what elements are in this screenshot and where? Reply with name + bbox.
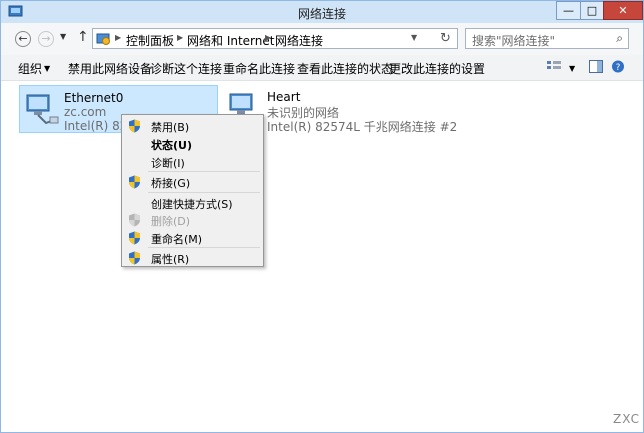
change-view-icon[interactable] xyxy=(547,60,561,73)
menu-item-diagnose[interactable]: 诊断(I) xyxy=(124,153,261,171)
forward-button[interactable]: → xyxy=(38,31,54,47)
control-panel-icon xyxy=(96,33,110,45)
address-row: ← → ▼ ↑ ▶ 控制面板 ▶ 网络和 Internet ▶ 网络连接 ▼ ↻… xyxy=(1,23,643,55)
watermark: ZXC xyxy=(613,412,640,426)
search-icon[interactable]: ⌕ xyxy=(616,31,623,46)
up-button[interactable]: ↑ xyxy=(77,29,89,45)
menu-item-disable[interactable]: 禁用(B) xyxy=(124,117,261,135)
uac-shield-icon xyxy=(129,231,140,245)
maximize-button[interactable]: □ xyxy=(580,1,604,20)
help-icon[interactable]: ? xyxy=(611,60,625,73)
connection-name: Heart xyxy=(267,90,301,104)
menu-separator xyxy=(148,247,260,248)
window-title: 网络连接 xyxy=(297,7,346,21)
breadcrumb-network-connections[interactable]: 网络连接 xyxy=(275,32,323,49)
uac-shield-disabled-icon xyxy=(129,213,140,227)
menu-separator xyxy=(148,192,260,193)
back-button[interactable]: ← xyxy=(15,31,31,47)
breadcrumb-network-internet[interactable]: 网络和 Internet xyxy=(187,32,274,49)
connection-status: zc.com xyxy=(64,105,107,119)
menu-item-status[interactable]: 状态(U) xyxy=(124,135,261,153)
uac-shield-icon xyxy=(129,119,140,133)
svg-text:?: ? xyxy=(616,63,621,73)
breadcrumb-separator-icon: ▶ xyxy=(177,33,184,42)
connection-device: Intel(R) 82574L 千兆网络连接 #2 xyxy=(267,120,458,134)
diagnose-connection-button[interactable]: 诊断这个连接 xyxy=(150,60,222,77)
organize-dropdown-icon[interactable]: ▼ xyxy=(44,64,50,73)
breadcrumb-control-panel[interactable]: 控制面板 xyxy=(126,32,174,49)
organize-button[interactable]: 组织 xyxy=(18,60,42,77)
menu-item-create-shortcut[interactable]: 创建快捷方式(S) xyxy=(124,194,261,212)
breadcrumb-separator-icon: ▶ xyxy=(265,33,272,42)
network-connections-window: 网络连接 — □ ✕ ← → ▼ ↑ ▶ 控制面板 ▶ 网络和 Internet… xyxy=(0,0,644,433)
view-dropdown-icon[interactable]: ▼ xyxy=(569,64,575,73)
breadcrumb-separator-icon: ▶ xyxy=(115,33,122,42)
address-dropdown-icon[interactable]: ▼ xyxy=(411,33,417,42)
uac-shield-icon xyxy=(129,251,140,265)
address-bar[interactable]: ▶ 控制面板 ▶ 网络和 Internet ▶ 网络连接 ▼ ↻ xyxy=(92,28,458,49)
search-input[interactable]: 搜索"网络连接" ⌕ xyxy=(465,28,629,49)
context-menu: 禁用(B) 状态(U) 诊断(I) 桥接(G) 创建快捷方式(S) 删除(D) … xyxy=(121,114,264,267)
view-status-button[interactable]: 查看此连接的状态 xyxy=(297,60,393,77)
close-button[interactable]: ✕ xyxy=(603,1,643,20)
refresh-icon[interactable]: ↻ xyxy=(440,31,451,46)
search-placeholder: 搜索"网络连接" xyxy=(472,34,556,48)
change-settings-button[interactable]: 更改此连接的设置 xyxy=(389,60,485,77)
connections-list: Ethernet0 zc.com Intel(R) 8257 Heart 未识别… xyxy=(1,81,643,432)
disable-device-button[interactable]: 禁用此网络设备 xyxy=(68,60,152,77)
recent-locations-icon[interactable]: ▼ xyxy=(60,32,66,41)
menu-item-delete: 删除(D) xyxy=(124,211,261,229)
command-bar: 组织 ▼ 禁用此网络设备 诊断这个连接 重命名此连接 查看此连接的状态 更改此连… xyxy=(1,55,643,81)
rename-connection-button[interactable]: 重命名此连接 xyxy=(223,60,295,77)
preview-pane-icon[interactable] xyxy=(589,60,603,73)
menu-item-properties[interactable]: 属性(R) xyxy=(124,249,261,267)
network-adapter-icon xyxy=(26,94,59,125)
title-bar: 网络连接 — □ ✕ xyxy=(1,1,643,23)
connection-name: Ethernet0 xyxy=(64,91,124,105)
menu-separator xyxy=(148,171,260,172)
menu-item-bridge[interactable]: 桥接(G) xyxy=(124,173,261,191)
menu-item-rename[interactable]: 重命名(M) xyxy=(124,229,261,247)
minimize-button[interactable]: — xyxy=(556,1,581,20)
uac-shield-icon xyxy=(129,175,140,189)
